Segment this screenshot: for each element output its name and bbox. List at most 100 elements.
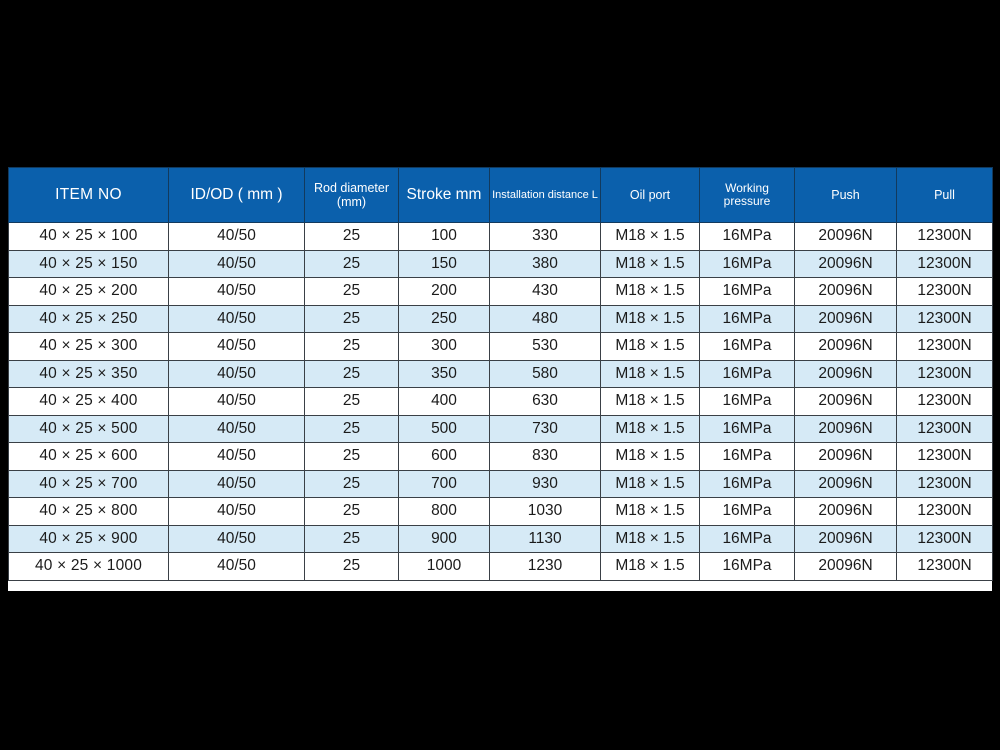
cell-push: 20096N (794, 277, 897, 306)
cell-installation-distance: 530 (489, 332, 601, 361)
table-row: 40 × 25 × 700 40/50 25 700 930 M18 × 1.5 16MPa… (8, 469, 993, 498)
cell-id-od: 40/50 (168, 469, 305, 498)
cell-stroke: 100 (398, 222, 490, 251)
cell-working-pressure: 16MPa (699, 387, 795, 416)
table-row: 40 × 25 × 200 40/50 25 200 430 M18 × 1.5 16MPa… (8, 277, 993, 306)
column-header-rod-diameter-line2: (mm) (336, 195, 367, 209)
cell-rod-diameter: 25 (304, 277, 399, 306)
cell-pull: 12300N (896, 332, 993, 361)
cell-installation-distance: 630 (489, 387, 601, 416)
cell-rod-diameter: 25 (304, 249, 399, 278)
cell-stroke: 600 (398, 442, 490, 471)
cell-oil-port: M18 × 1.5 (600, 277, 700, 306)
cell-rod-diameter: 25 (304, 442, 399, 471)
cell-item-no: 40 × 25 × 500 (8, 414, 169, 443)
cell-installation-distance: 380 (489, 249, 601, 278)
column-header-item-no-label: ITEM NO (55, 186, 122, 204)
cell-push: 20096N (794, 304, 897, 333)
cell-stroke: 300 (398, 332, 490, 361)
cell-stroke: 150 (398, 249, 490, 278)
cell-installation-distance: 1030 (489, 497, 601, 526)
cell-id-od: 40/50 (168, 414, 305, 443)
cell-rod-diameter: 25 (304, 359, 399, 388)
cell-id-od: 40/50 (168, 222, 305, 251)
cell-id-od: 40/50 (168, 497, 305, 526)
cell-rod-diameter: 25 (304, 469, 399, 498)
cell-pull: 12300N (896, 304, 993, 333)
cell-pull: 12300N (896, 552, 993, 581)
cell-id-od: 40/50 (168, 524, 305, 553)
cell-rod-diameter: 25 (304, 524, 399, 553)
cell-stroke: 700 (398, 469, 490, 498)
cell-oil-port: M18 × 1.5 (600, 222, 700, 251)
cell-item-no: 40 × 25 × 1000 (8, 552, 169, 581)
cell-pull: 12300N (896, 414, 993, 443)
specification-table-container: ITEM NO ID/OD ( mm ) Rod diameter (mm) S… (8, 167, 993, 581)
column-header-item-no: ITEM NO (8, 167, 169, 223)
cell-pull: 12300N (896, 222, 993, 251)
column-header-push-label: Push (831, 188, 860, 202)
cell-push: 20096N (794, 387, 897, 416)
column-header-pull-label: Pull (934, 188, 955, 202)
cell-stroke: 350 (398, 359, 490, 388)
cell-pull: 12300N (896, 249, 993, 278)
cell-push: 20096N (794, 469, 897, 498)
column-header-rod-diameter-line1: Rod diameter (313, 181, 390, 195)
cell-id-od: 40/50 (168, 304, 305, 333)
column-header-stroke: Stroke mm (398, 167, 490, 223)
column-header-working-pressure-label: Working pressure (723, 180, 771, 208)
cell-push: 20096N (794, 359, 897, 388)
screenshot-stage: ITEM NO ID/OD ( mm ) Rod diameter (mm) S… (0, 0, 1000, 750)
column-header-id-od-label: ID/OD ( mm ) (190, 186, 283, 204)
table-row: 40 × 25 × 150 40/50 25 150 380 M18 × 1.5 16MPa… (8, 249, 993, 278)
column-header-oil-port-label: Oil port (629, 188, 671, 202)
cell-item-no: 40 × 25 × 700 (8, 469, 169, 498)
cell-working-pressure: 16MPa (699, 552, 795, 581)
cell-id-od: 40/50 (168, 249, 305, 278)
column-header-stroke-label: Stroke mm (406, 186, 482, 204)
cell-installation-distance: 1130 (489, 524, 601, 553)
cell-id-od: 40/50 (168, 277, 305, 306)
column-header-id-od: ID/OD ( mm ) (168, 167, 305, 223)
cell-stroke: 500 (398, 414, 490, 443)
table-row: 40 × 25 × 900 40/50 25 900 1130 M18 × 1.5 16MP… (8, 524, 993, 553)
cell-pull: 12300N (896, 442, 993, 471)
cell-working-pressure: 16MPa (699, 414, 795, 443)
cell-oil-port: M18 × 1.5 (600, 359, 700, 388)
cell-push: 20096N (794, 222, 897, 251)
cell-working-pressure: 16MPa (699, 497, 795, 526)
cell-installation-distance: 330 (489, 222, 601, 251)
cell-item-no: 40 × 25 × 250 (8, 304, 169, 333)
specification-table: ITEM NO ID/OD ( mm ) Rod diameter (mm) S… (8, 167, 993, 581)
column-header-oil-port: Oil port (600, 167, 700, 223)
cell-pull: 12300N (896, 387, 993, 416)
cell-installation-distance: 580 (489, 359, 601, 388)
table-row: 40 × 25 × 500 40/50 25 500 730 M18 × 1.5 16MPa… (8, 414, 993, 443)
cell-stroke: 400 (398, 387, 490, 416)
cell-id-od: 40/50 (168, 387, 305, 416)
cell-pull: 12300N (896, 469, 993, 498)
table-header: ITEM NO ID/OD ( mm ) Rod diameter (mm) S… (8, 167, 993, 223)
cell-pull: 12300N (896, 277, 993, 306)
column-header-push: Push (794, 167, 897, 223)
cell-stroke: 200 (398, 277, 490, 306)
cell-working-pressure: 16MPa (699, 524, 795, 553)
column-header-installation-distance: Installation distance L (489, 167, 601, 223)
cell-pull: 12300N (896, 497, 993, 526)
cell-item-no: 40 × 25 × 300 (8, 332, 169, 361)
cell-rod-diameter: 25 (304, 222, 399, 251)
column-header-installation-distance-label: Installation distance L (492, 188, 598, 201)
cell-rod-diameter: 25 (304, 414, 399, 443)
cell-installation-distance: 830 (489, 442, 601, 471)
cell-rod-diameter: 25 (304, 387, 399, 416)
cell-installation-distance: 730 (489, 414, 601, 443)
cell-installation-distance: 430 (489, 277, 601, 306)
cell-working-pressure: 16MPa (699, 277, 795, 306)
cell-id-od: 40/50 (168, 359, 305, 388)
cell-item-no: 40 × 25 × 900 (8, 524, 169, 553)
cell-stroke: 800 (398, 497, 490, 526)
table-body: 40 × 25 × 100 40/50 25 100 330 M18 × 1.5 16MPa… (8, 222, 993, 581)
table-row: 40 × 25 × 600 40/50 25 600 830 M18 × 1.5 16MPa… (8, 442, 993, 471)
cell-working-pressure: 16MPa (699, 304, 795, 333)
cell-push: 20096N (794, 414, 897, 443)
